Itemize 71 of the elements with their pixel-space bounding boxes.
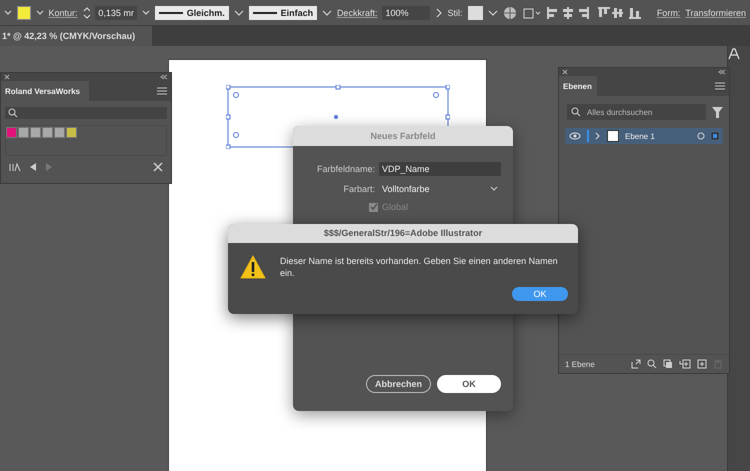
- color-swatch[interactable]: [54, 127, 65, 138]
- transform-icon[interactable]: [522, 6, 542, 20]
- dialog-title: Neues Farbfeld: [293, 126, 513, 146]
- color-swatch[interactable]: [42, 127, 53, 138]
- close-icon[interactable]: [4, 74, 10, 80]
- opacity-field[interactable]: 100%: [382, 6, 430, 20]
- eye-icon[interactable]: [569, 132, 581, 140]
- filter-icon[interactable]: [712, 106, 723, 118]
- globe-icon[interactable]: [503, 6, 517, 20]
- shape-link[interactable]: Form:: [656, 8, 680, 18]
- collapse-icon[interactable]: [160, 74, 168, 80]
- panel-tab[interactable]: Ebenen: [559, 76, 597, 96]
- search-field[interactable]: Alles durchsuchen: [567, 104, 706, 120]
- transform-link[interactable]: Transformieren: [685, 8, 746, 18]
- selection-icon[interactable]: [711, 132, 719, 140]
- color-swatch[interactable]: [30, 127, 41, 138]
- close-icon[interactable]: [153, 162, 163, 172]
- opacity-label[interactable]: Deckkraft:: [336, 8, 378, 18]
- export-icon[interactable]: [631, 359, 641, 369]
- target-icon[interactable]: [697, 132, 705, 140]
- search-icon[interactable]: [647, 359, 657, 369]
- field-label: Farbfeldname:: [316, 164, 375, 174]
- brush-dropdown[interactable]: Einfach: [248, 6, 318, 20]
- search-field[interactable]: [5, 107, 167, 119]
- search-icon: [8, 108, 18, 118]
- menu-icon[interactable]: [715, 82, 725, 90]
- expand-icon[interactable]: [595, 132, 601, 140]
- color-swatch[interactable]: [18, 127, 29, 138]
- new-layer-icon[interactable]: [697, 359, 707, 369]
- profile-dropdown[interactable]: Gleichm.: [154, 6, 229, 20]
- close-icon[interactable]: [562, 69, 568, 75]
- cancel-button[interactable]: Abbrechen: [366, 375, 431, 393]
- caret-icon[interactable]: [322, 8, 332, 18]
- document-tab[interactable]: 1* @ 42,23 % (CMYK/Vorschau): [0, 26, 152, 46]
- fill-swatch[interactable]: [16, 6, 31, 20]
- new-sublayer-icon[interactable]: [679, 359, 691, 369]
- layer-row[interactable]: Ebene 1: [565, 128, 723, 144]
- search-icon: [571, 107, 581, 117]
- style-swatch[interactable]: [468, 6, 484, 20]
- color-swatch[interactable]: [6, 127, 17, 138]
- layer-name: Ebene 1: [625, 132, 655, 140]
- style-label: Stil:: [448, 8, 463, 18]
- align-icons-drawing[interactable]: [546, 6, 624, 20]
- caret-icon[interactable]: [36, 8, 44, 18]
- caret-icon: [490, 186, 498, 192]
- library-icon[interactable]: [9, 162, 21, 172]
- layer-count: 1 Ebene: [565, 360, 595, 368]
- collapse-icon[interactable]: [718, 69, 726, 75]
- stroke-weight-field[interactable]: 0,135 mr: [95, 6, 137, 20]
- layer-thumbnail: [607, 130, 619, 142]
- caret-icon[interactable]: [4, 8, 12, 18]
- chevron-icon[interactable]: [434, 8, 443, 18]
- warning-icon: [240, 255, 266, 279]
- alert-title: $$$/GeneralStr/196=Adobe Illustrator: [228, 224, 578, 243]
- character-icon[interactable]: [728, 48, 740, 60]
- stepper-icon[interactable]: [82, 6, 90, 20]
- ok-button[interactable]: OK: [437, 375, 501, 393]
- swatch-name-field[interactable]: VDP_Name: [379, 162, 501, 176]
- field-label: Farbart:: [342, 184, 375, 194]
- caret-icon[interactable]: [488, 8, 498, 18]
- menu-icon[interactable]: [157, 87, 167, 95]
- alert-message: Dieser Name ist bereits vorhanden. Geben Sie einen anderen Namen ein.: [280, 255, 559, 280]
- color-swatch[interactable]: [66, 127, 77, 138]
- caret-icon[interactable]: [142, 8, 150, 18]
- caret-icon[interactable]: [234, 8, 244, 18]
- previous-icon[interactable]: [29, 162, 37, 172]
- panel-tab[interactable]: Roland VersaWorks: [1, 81, 89, 101]
- clipping-mask-icon[interactable]: [663, 359, 673, 369]
- color-type-dropdown[interactable]: Volltonfarbe: [379, 182, 501, 196]
- align-bottom-icon[interactable]: [628, 6, 642, 20]
- stroke-label[interactable]: Kontur:: [48, 8, 78, 18]
